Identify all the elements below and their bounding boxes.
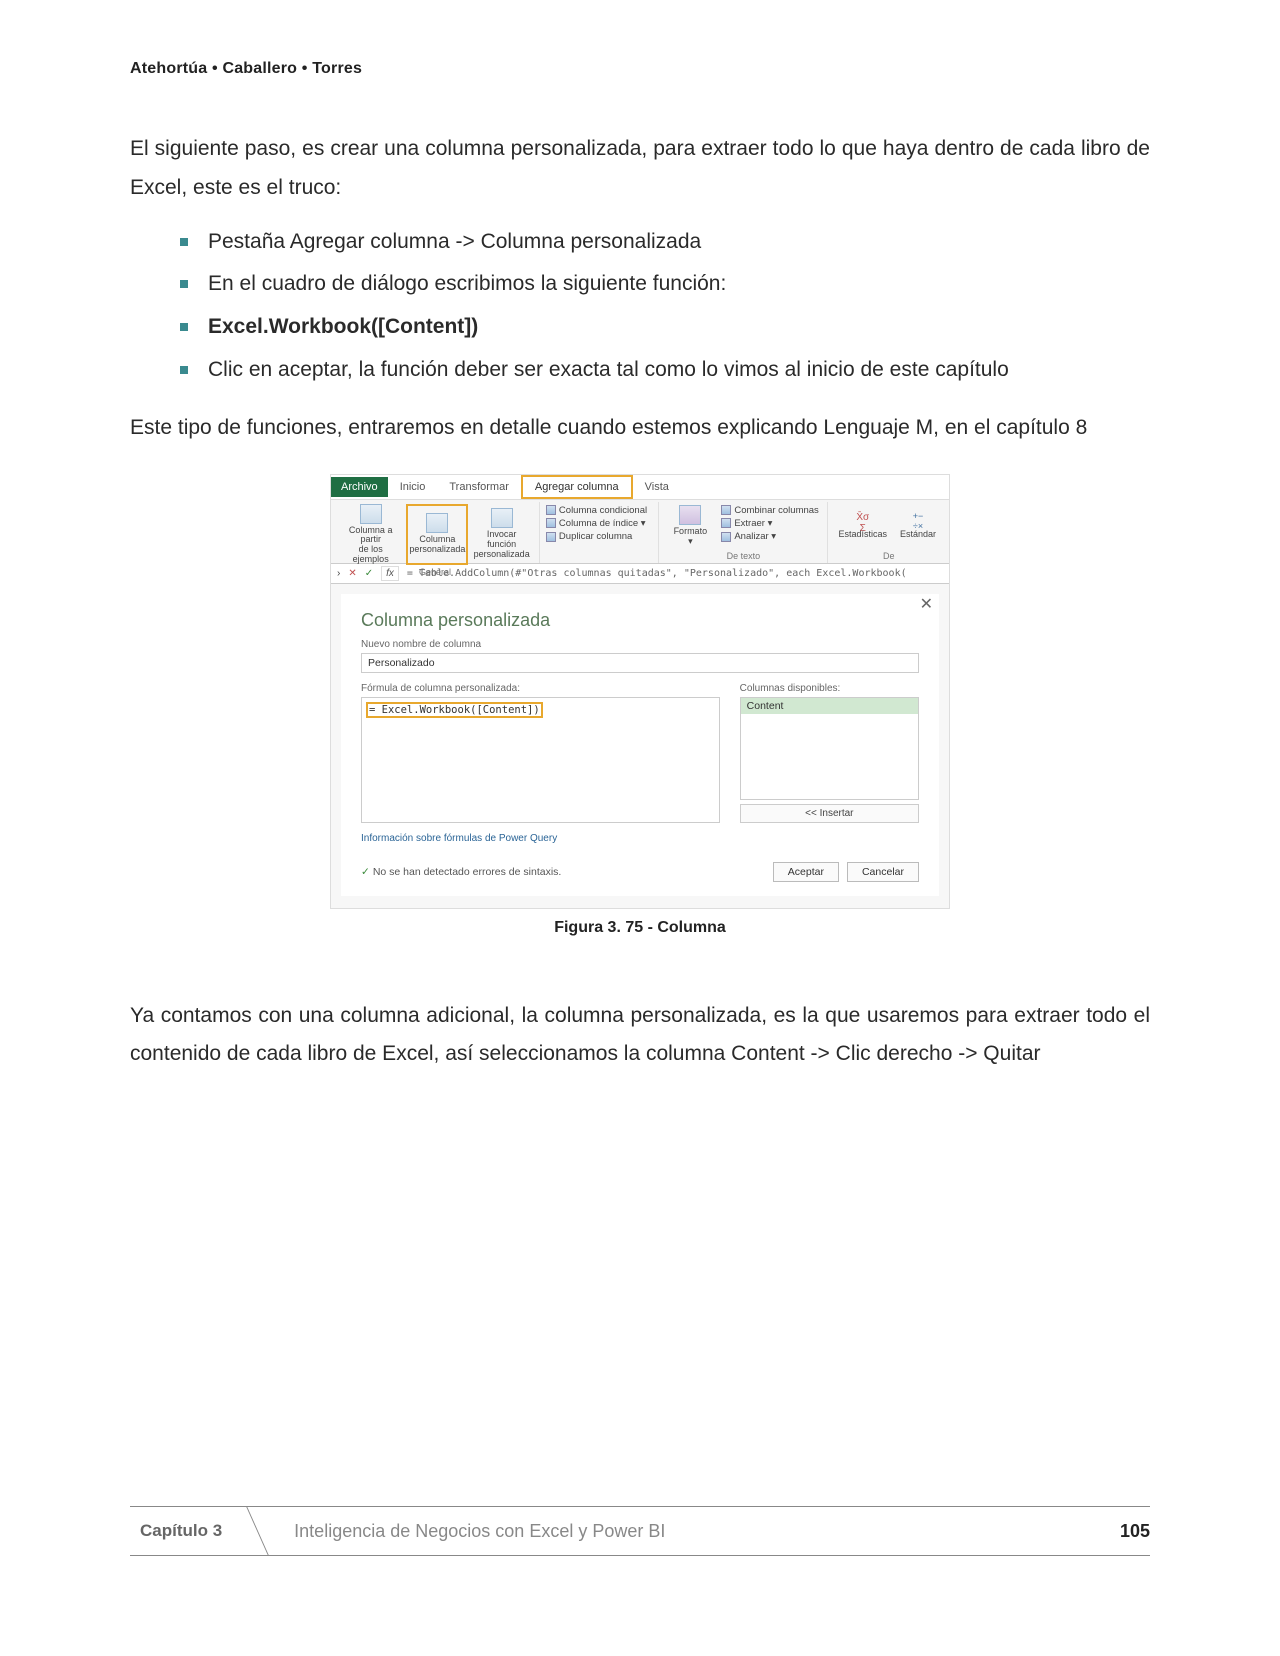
book-title: Inteligencia de Negocios con Excel y Pow… (244, 1521, 1120, 1542)
bullet-list: Pestaña Agregar columna -> Columna perso… (180, 224, 1150, 389)
fx-icon (491, 508, 513, 528)
formato-button[interactable]: Formato ▾ (665, 504, 715, 549)
info-link[interactable]: Información sobre fórmulas de Power Quer… (361, 833, 919, 844)
index-icon (546, 518, 556, 528)
tab-vista[interactable]: Vista (633, 477, 681, 497)
columna-ejemplos-button[interactable]: Columna a partir de los ejemplos (337, 504, 404, 566)
dialog-title: Columna personalizada (361, 610, 919, 631)
calc-icon: +−÷× (908, 512, 928, 530)
paragraph-2: Este tipo de funciones, entraremos en de… (130, 409, 1150, 448)
new-name-label: Nuevo nombre de columna (361, 639, 919, 650)
formula-label: Fórmula de columna personalizada: (361, 683, 720, 694)
conditional-icon (546, 505, 556, 515)
figure-caption: Figura 3. 75 - Columna (130, 919, 1150, 937)
columna-condicional-button[interactable]: Columna condicional (546, 504, 652, 517)
merge-icon (721, 505, 731, 515)
bullet-item: Pestaña Agregar columna -> Columna perso… (180, 224, 1150, 261)
duplicate-icon (546, 532, 556, 542)
group-label-numero: De (834, 549, 943, 561)
table-icon (426, 513, 448, 533)
group-label-general: General (337, 565, 533, 577)
sigma-icon: X̄σΣ (853, 512, 873, 530)
duplicar-columna-button[interactable]: Duplicar columna (546, 530, 652, 543)
table-icon (360, 504, 382, 524)
accept-button[interactable]: Aceptar (773, 862, 839, 882)
combinar-button[interactable]: Combinar columnas (721, 504, 818, 517)
group-label-texto: De texto (665, 549, 821, 561)
power-query-screenshot: Archivo Inicio Transformar Agregar colum… (330, 474, 950, 909)
extract-icon (721, 518, 731, 528)
invocar-funcion-button[interactable]: Invocar función personalizada (470, 504, 533, 566)
check-icon: ✓ (361, 866, 370, 878)
available-columns-label: Columnas disponibles: (740, 683, 919, 694)
extraer-button[interactable]: Extraer ▾ (721, 517, 818, 530)
header-authors: Atehortúa • Caballero • Torres (130, 60, 1150, 78)
estandar-button[interactable]: +−÷× Estándar (893, 504, 943, 549)
columna-personalizada-button[interactable]: Columna personalizada (406, 504, 468, 566)
chapter-label: Capítulo 3 (130, 1507, 244, 1555)
formula-text-highlight: = Excel.Workbook([Content]) (366, 702, 543, 718)
available-columns-list[interactable]: Content (740, 697, 919, 800)
formula-input[interactable]: = Excel.Workbook([Content]) (361, 697, 720, 823)
ribbon-tabs: Archivo Inicio Transformar Agregar colum… (331, 475, 949, 500)
page-footer: Capítulo 3 Inteligencia de Negocios con … (130, 1506, 1150, 1556)
analizar-button[interactable]: Analizar ▾ (721, 530, 818, 543)
page-number: 105 (1120, 1521, 1150, 1542)
paragraph-3: Ya contamos con una columna adicional, l… (130, 997, 1150, 1075)
parse-icon (721, 532, 731, 542)
format-icon (679, 505, 701, 525)
close-icon[interactable]: ✕ (920, 594, 933, 614)
bullet-item: En el cuadro de diálogo escribimos la si… (180, 266, 1150, 303)
bullet-item: Clic en aceptar, la función deber ser ex… (180, 352, 1150, 389)
tab-agregar-columna[interactable]: Agregar columna (521, 475, 633, 499)
columna-indice-button[interactable]: Columna de índice ▾ (546, 517, 652, 530)
estadisticas-button[interactable]: X̄σΣ Estadísticas (834, 504, 891, 549)
available-column-item[interactable]: Content (741, 698, 918, 714)
syntax-status: ✓No se han detectado errores de sintaxis… (361, 866, 561, 878)
ribbon-body: Columna a partir de los ejemplos Columna… (331, 500, 949, 564)
tab-archivo[interactable]: Archivo (331, 477, 388, 497)
new-name-input[interactable]: Personalizado (361, 653, 919, 673)
insert-button[interactable]: << Insertar (740, 804, 919, 823)
tab-inicio[interactable]: Inicio (388, 477, 438, 497)
cancel-button[interactable]: Cancelar (847, 862, 919, 882)
custom-column-dialog: ✕ Columna personalizada Nuevo nombre de … (341, 594, 939, 896)
bullet-item-formula: Excel.Workbook([Content]) (180, 309, 1150, 346)
tab-transformar[interactable]: Transformar (437, 477, 521, 497)
paragraph-1: El siguiente paso, es crear una columna … (130, 130, 1150, 208)
